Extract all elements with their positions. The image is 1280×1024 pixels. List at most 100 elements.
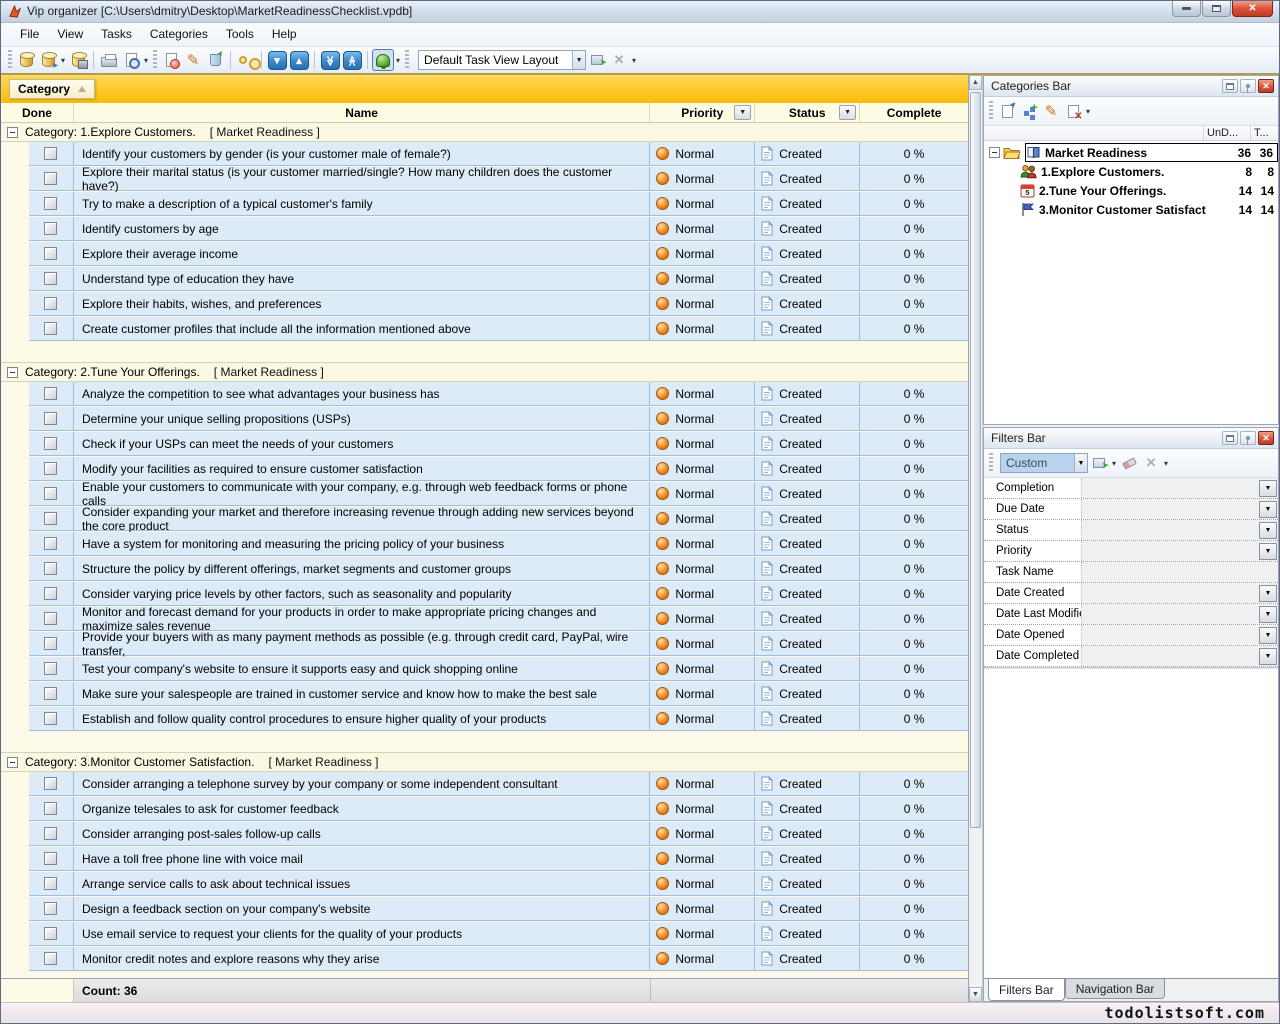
task-done-cell[interactable] <box>29 192 74 216</box>
task-complete-cell[interactable]: 0 % <box>860 797 968 821</box>
tree-item[interactable]: 52.Tune Your Offerings.1414 <box>984 181 1278 200</box>
find-tasks-icon[interactable] <box>235 49 257 71</box>
menu-tools[interactable]: Tools <box>217 24 263 44</box>
task-done-cell[interactable] <box>29 682 74 706</box>
collapse-group-icon[interactable] <box>7 367 18 378</box>
task-checkbox[interactable] <box>44 777 57 790</box>
task-complete-cell[interactable]: 0 % <box>860 167 968 191</box>
category-sort-button[interactable]: Category <box>9 79 95 99</box>
filter-dropdown-icon[interactable]: ▼ <box>1259 648 1277 665</box>
task-done-cell[interactable] <box>29 772 74 796</box>
task-status-cell[interactable]: Created <box>755 872 860 896</box>
scrollbar-track[interactable] <box>969 90 982 987</box>
filter-dropdown-icon[interactable]: ▼ <box>1259 522 1277 539</box>
print-icon[interactable] <box>98 49 120 71</box>
task-status-cell[interactable]: Created <box>755 922 860 946</box>
task-checkbox[interactable] <box>44 247 57 260</box>
task-status-cell[interactable]: Created <box>755 382 860 406</box>
task-priority-cell[interactable]: Normal <box>650 507 755 531</box>
task-complete-cell[interactable]: 0 % <box>860 632 968 656</box>
task-name-cell[interactable]: Understand type of education they have <box>74 267 650 291</box>
task-done-cell[interactable] <box>29 557 74 581</box>
group-row[interactable]: Category: 1.Explore Customers.[ Market R… <box>1 123 968 142</box>
move-up-icon[interactable]: ▴ <box>288 49 310 71</box>
column-header-priority[interactable]: Priority▼ <box>650 103 755 122</box>
task-done-cell[interactable] <box>29 922 74 946</box>
filter-value-cell[interactable]: ▼ <box>1082 604 1278 624</box>
task-name-cell[interactable]: Establish and follow quality control pro… <box>74 707 650 731</box>
task-name-cell[interactable]: Identify your customers by gender (is yo… <box>74 142 650 166</box>
task-complete-cell[interactable]: 0 % <box>860 507 968 531</box>
task-name-cell[interactable]: Have a toll free phone line with voice m… <box>74 847 650 871</box>
filter-value-cell[interactable]: ▼ <box>1082 499 1278 519</box>
task-status-cell[interactable]: Created <box>755 607 860 631</box>
task-name-cell[interactable]: Make sure your salespeople are trained i… <box>74 682 650 706</box>
task-status-cell[interactable]: Created <box>755 217 860 241</box>
categories-overflow-icon[interactable]: ▾ <box>1086 107 1090 116</box>
task-done-cell[interactable] <box>29 847 74 871</box>
priority-filter-dropdown[interactable]: ▼ <box>734 105 751 120</box>
new-category-icon[interactable] <box>996 100 1018 122</box>
task-done-cell[interactable] <box>29 167 74 191</box>
task-checkbox[interactable] <box>44 852 57 865</box>
task-priority-cell[interactable]: Normal <box>650 407 755 431</box>
task-priority-cell[interactable]: Normal <box>650 822 755 846</box>
task-complete-cell[interactable]: 0 % <box>860 382 968 406</box>
menu-categories[interactable]: Categories <box>141 24 217 44</box>
collapse-group-icon[interactable] <box>7 757 18 768</box>
task-checkbox[interactable] <box>44 537 57 550</box>
task-complete-cell[interactable]: 0 % <box>860 822 968 846</box>
task-checkbox[interactable] <box>44 437 57 450</box>
tab-filters-bar[interactable]: Filters Bar <box>988 979 1065 1001</box>
minimize-button[interactable] <box>1172 1 1201 17</box>
task-checkbox[interactable] <box>44 462 57 475</box>
task-priority-cell[interactable]: Normal <box>650 142 755 166</box>
task-name-cell[interactable]: Have a system for monitoring and measuri… <box>74 532 650 556</box>
task-name-cell[interactable]: Use email service to request your client… <box>74 922 650 946</box>
task-name-cell[interactable]: Identify customers by age <box>74 217 650 241</box>
scrollbar-thumb[interactable] <box>970 92 981 828</box>
task-priority-cell[interactable]: Normal <box>650 607 755 631</box>
task-priority-cell[interactable]: Normal <box>650 432 755 456</box>
task-checkbox[interactable] <box>44 562 57 575</box>
task-status-cell[interactable]: Created <box>755 457 860 481</box>
print-preview-icon[interactable] <box>120 49 142 71</box>
task-name-cell[interactable]: Consider arranging a telephone survey by… <box>74 772 650 796</box>
column-header-done[interactable]: Done <box>1 103 74 122</box>
group-row[interactable]: Category: 3.Monitor Customer Satisfactio… <box>1 753 968 772</box>
task-priority-cell[interactable]: Normal <box>650 847 755 871</box>
column-header-name[interactable]: Name <box>74 103 650 122</box>
filter-dropdown-icon[interactable]: ▼ <box>1259 627 1277 644</box>
task-done-cell[interactable] <box>29 292 74 316</box>
task-complete-cell[interactable]: 0 % <box>860 682 968 706</box>
task-status-cell[interactable]: Created <box>755 292 860 316</box>
task-complete-cell[interactable]: 0 % <box>860 292 968 316</box>
brand-link[interactable]: todolistsoft.com <box>1105 1004 1266 1022</box>
task-complete-cell[interactable]: 0 % <box>860 657 968 681</box>
task-priority-cell[interactable]: Normal <box>650 217 755 241</box>
move-down-icon[interactable]: ▾ <box>266 49 288 71</box>
task-complete-cell[interactable]: 0 % <box>860 947 968 971</box>
task-status-cell[interactable]: Created <box>755 507 860 531</box>
filter-dropdown-icon[interactable]: ▼ <box>1259 480 1277 497</box>
task-done-cell[interactable] <box>29 822 74 846</box>
filter-value-cell[interactable]: ▼ <box>1082 583 1278 603</box>
combo-dropdown-icon[interactable]: ▼ <box>1074 454 1087 472</box>
apply-layout-icon[interactable] <box>586 49 608 71</box>
save-database-icon[interactable] <box>67 49 89 71</box>
task-checkbox[interactable] <box>44 927 57 940</box>
layout-combobox[interactable]: Default Task View Layout▼ <box>418 50 586 70</box>
move-to-top-icon[interactable]: ≪ <box>341 49 363 71</box>
new-task-icon[interactable] <box>160 49 182 71</box>
filters-close-button[interactable]: ✕ <box>1258 431 1274 445</box>
task-complete-cell[interactable]: 0 % <box>860 607 968 631</box>
task-checkbox[interactable] <box>44 712 57 725</box>
task-complete-cell[interactable]: 0 % <box>860 142 968 166</box>
task-done-cell[interactable] <box>29 317 74 341</box>
add-filter-dropdown-icon[interactable]: ▾ <box>1112 459 1116 468</box>
filter-value-cell[interactable]: ▼ <box>1082 541 1278 561</box>
task-checkbox[interactable] <box>44 877 57 890</box>
task-done-cell[interactable] <box>29 797 74 821</box>
task-name-cell[interactable]: Arrange service calls to ask about techn… <box>74 872 650 896</box>
status-filter-dropdown[interactable]: ▼ <box>839 105 856 120</box>
